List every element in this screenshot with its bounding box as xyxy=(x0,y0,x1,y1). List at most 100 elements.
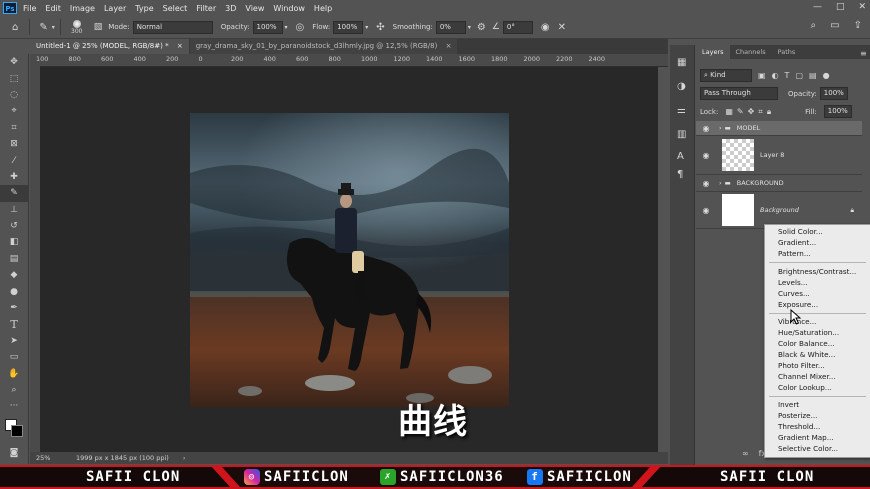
quick-mask-icon[interactable]: ◙ xyxy=(0,445,28,461)
paragraph-icon[interactable]: ¶ xyxy=(677,169,683,180)
type-tool-icon[interactable]: T xyxy=(0,316,28,332)
crop-tool-icon[interactable]: ⌗ xyxy=(0,120,28,136)
menu-select[interactable]: Select xyxy=(163,4,188,13)
menu-type[interactable]: Type xyxy=(135,4,153,13)
tab-channels[interactable]: Channels xyxy=(730,45,772,59)
menu-view[interactable]: View xyxy=(245,4,264,13)
character-panel-icon[interactable]: A xyxy=(677,151,684,162)
menu-item-curves[interactable]: Curves... xyxy=(778,289,810,299)
blur-tool-icon[interactable]: ◆ xyxy=(0,267,28,283)
menu-item-selective-color[interactable]: Selective Color... xyxy=(778,444,838,454)
lock-position-icon[interactable]: ✥ xyxy=(748,107,755,116)
lock-pixels-icon[interactable]: ✎ xyxy=(737,107,744,116)
menu-item-solid-color[interactable]: Solid Color... xyxy=(778,227,823,237)
filter-type-icon[interactable]: T xyxy=(785,71,790,80)
filter-adjustment-icon[interactable]: ◐ xyxy=(772,71,779,80)
zoom-level[interactable]: 25% xyxy=(36,454,70,462)
maximize-button[interactable]: □ xyxy=(836,2,845,12)
filter-toggle-icon[interactable]: ● xyxy=(823,71,830,80)
filter-pixel-icon[interactable]: ▣ xyxy=(758,71,766,80)
adjustments-panel-icon[interactable]: ◑ xyxy=(677,81,686,92)
mode-select[interactable]: Normal xyxy=(132,20,213,34)
menu-item-color-lookup[interactable]: Color Lookup... xyxy=(778,383,832,393)
visibility-eye-icon[interactable]: ◉ xyxy=(696,179,716,188)
flow-field[interactable]: 100% xyxy=(333,20,364,34)
hand-tool-icon[interactable]: ✋ xyxy=(0,365,28,381)
chevron-down-icon[interactable]: ▾ xyxy=(52,24,55,31)
pressure-opacity-icon[interactable]: ◎ xyxy=(296,22,305,33)
menu-filter[interactable]: Filter xyxy=(196,4,216,13)
visibility-eye-icon[interactable]: ◉ xyxy=(696,206,716,215)
brush-preset-picker[interactable]: 300 xyxy=(66,19,88,35)
menu-item-invert[interactable]: Invert xyxy=(778,400,799,410)
airbrush-icon[interactable]: ✣ xyxy=(376,22,384,33)
layer-row-model[interactable]: ◉ › ▬ MODEL xyxy=(696,121,862,136)
properties-panel-icon[interactable]: ⚌ xyxy=(677,105,686,116)
visibility-eye-icon[interactable]: ◉ xyxy=(696,151,716,160)
menu-item-posterize[interactable]: Posterize... xyxy=(778,411,817,421)
menu-item-hue-saturation[interactable]: Hue/Saturation... xyxy=(778,328,839,338)
opacity-field[interactable]: 100% xyxy=(252,20,283,34)
brush-tool-icon[interactable]: ✎ xyxy=(39,22,47,33)
kind-filter-select[interactable]: ⌕ Kind xyxy=(700,69,752,82)
filter-smart-object-icon[interactable]: ▤ xyxy=(809,71,817,80)
menu-item-photo-filter[interactable]: Photo Filter... xyxy=(778,361,825,371)
lock-artboard-icon[interactable]: ⌗ xyxy=(758,107,763,117)
zoom-tool-icon[interactable]: ⌕ xyxy=(0,382,28,398)
lasso-tool-icon[interactable]: ◌ xyxy=(0,87,28,103)
chevron-right-icon[interactable]: › xyxy=(719,179,722,187)
more-tools-icon[interactable]: ··· xyxy=(0,398,28,414)
menu-layer[interactable]: Layer xyxy=(104,4,126,13)
lock-all-icon[interactable]: 🔒︎ xyxy=(767,107,771,117)
status-arrow-icon[interactable]: › xyxy=(183,454,186,462)
document-canvas[interactable] xyxy=(190,113,509,407)
tab-paths[interactable]: Paths xyxy=(772,45,802,59)
symmetry-icon[interactable]: ✕ xyxy=(558,22,566,33)
lock-transparency-icon[interactable]: ▦ xyxy=(725,107,733,116)
healing-brush-tool-icon[interactable]: ✚ xyxy=(0,169,28,185)
menu-image[interactable]: Image xyxy=(70,4,95,13)
tab-layers[interactable]: Layers xyxy=(696,45,730,59)
menu-item-gradient-map[interactable]: Gradient Map... xyxy=(778,433,834,443)
chevron-right-icon[interactable]: › xyxy=(719,124,722,132)
visibility-eye-icon[interactable]: ◉ xyxy=(696,124,716,133)
move-tool-icon[interactable]: ✥ xyxy=(0,54,28,70)
layer-row-layer-8[interactable]: ◉ Layer 8 xyxy=(696,136,862,175)
history-panel-icon[interactable]: ▦ xyxy=(677,57,686,68)
pressure-size-icon[interactable]: ◉ xyxy=(541,22,550,33)
menu-item-black-white[interactable]: Black & White... xyxy=(778,350,835,360)
menu-file[interactable]: File xyxy=(23,4,36,13)
search-icon[interactable]: ⌕ xyxy=(811,20,817,31)
quick-select-tool-icon[interactable]: ⌖ xyxy=(0,103,28,119)
share-icon[interactable]: ⇪ xyxy=(854,20,862,31)
gear-icon[interactable]: ⚙ xyxy=(477,22,486,33)
workspace-icon[interactable]: ▭ xyxy=(830,20,839,31)
menu-item-channel-mixer[interactable]: Channel Mixer... xyxy=(778,372,836,382)
menu-window[interactable]: Window xyxy=(273,4,305,13)
minimize-button[interactable]: — xyxy=(813,2,822,12)
brush-tool-icon[interactable]: ✎ xyxy=(0,185,28,202)
home-icon[interactable]: ⌂ xyxy=(12,22,18,33)
chevron-down-icon[interactable]: ▾ xyxy=(468,24,471,31)
menu-item-brightness-contrast[interactable]: Brightness/Contrast... xyxy=(778,267,856,277)
gradient-tool-icon[interactable]: ▤ xyxy=(0,251,28,267)
menu-item-levels[interactable]: Levels... xyxy=(778,278,808,288)
tab-gray-drama-sky[interactable]: gray_drama_sky_01_by_paranoidstock_d3lhm… xyxy=(189,39,458,54)
path-selection-tool-icon[interactable]: ➤ xyxy=(0,333,28,349)
layer-row-background-group[interactable]: ◉ › ▬ BACKGROUND xyxy=(696,175,862,192)
chevron-down-icon[interactable]: ▾ xyxy=(285,24,288,31)
paragraph-panel-icon[interactable]: ▥ xyxy=(677,129,686,140)
close-window-button[interactable]: ✕ xyxy=(858,2,866,12)
menu-item-gradient[interactable]: Gradient... xyxy=(778,238,816,248)
menu-3d[interactable]: 3D xyxy=(225,4,236,13)
eraser-tool-icon[interactable]: ◧ xyxy=(0,234,28,250)
color-swatches[interactable] xyxy=(0,415,28,445)
close-icon[interactable]: × xyxy=(177,42,183,50)
history-brush-tool-icon[interactable]: ↺ xyxy=(0,218,28,234)
menu-edit[interactable]: Edit xyxy=(45,4,61,13)
menu-item-threshold[interactable]: Threshold... xyxy=(778,422,820,432)
tab-untitled-1[interactable]: Untitled-1 @ 25% (MODEL, RGB/8#) * × xyxy=(30,39,189,54)
eyedropper-tool-icon[interactable]: ⁄ xyxy=(0,152,28,168)
brush-settings-icon[interactable]: ▧ xyxy=(94,22,103,32)
rectangle-tool-icon[interactable]: ▭ xyxy=(0,349,28,365)
